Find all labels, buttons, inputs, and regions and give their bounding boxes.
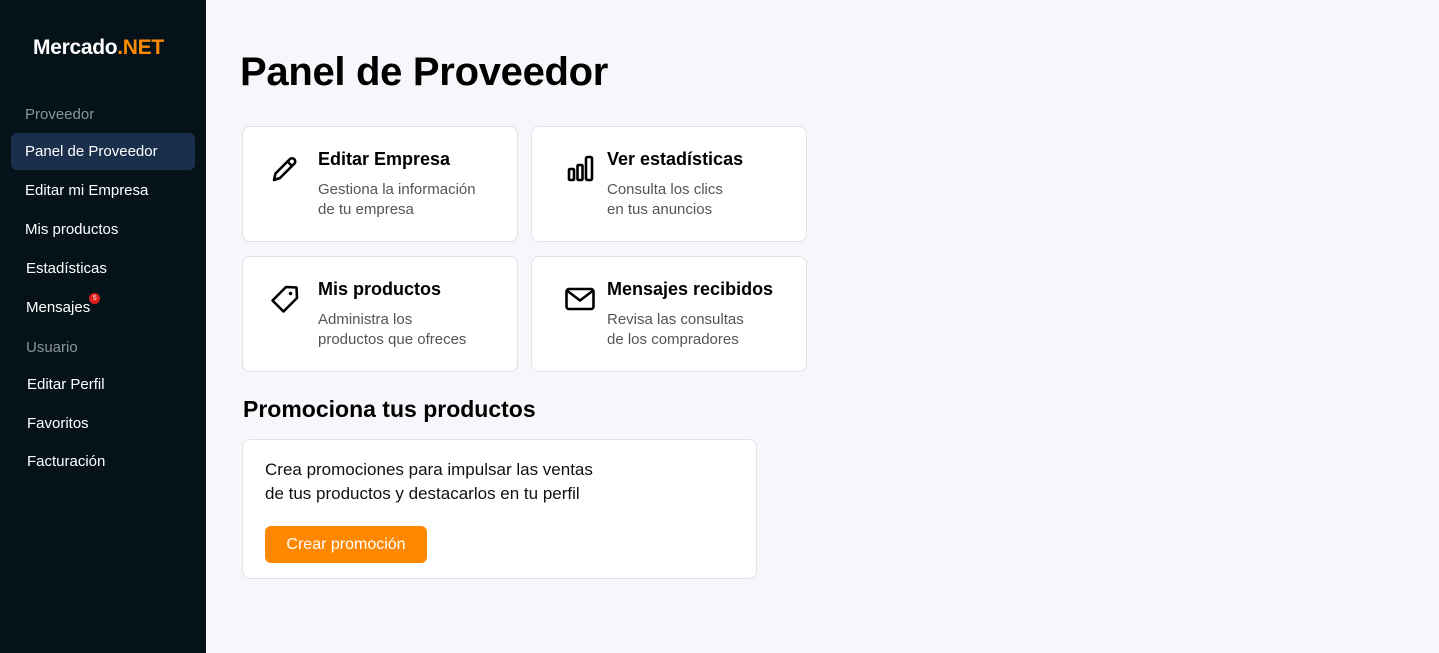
sidebar: Mercado.NET Proveedor Panel de Proveedor… <box>0 0 206 653</box>
promo-text-line: Crea promociones para impulsar las venta… <box>265 460 593 479</box>
card-description: Consulta los clics en tus anuncios <box>607 180 792 219</box>
sidebar-item-label: Editar Perfil <box>27 376 105 393</box>
sidebar-item-label: Mensajes <box>26 299 91 316</box>
card-title: Mis productos <box>318 279 442 299</box>
sidebar-item-mis-productos[interactable]: Mis productos <box>11 211 195 248</box>
sidebar-item-label: Estadísticas <box>26 260 107 277</box>
sidebar-item-facturacion[interactable]: Facturación <box>13 443 197 480</box>
sidebar-item-panel-proveedor[interactable]: Panel de Proveedor <box>11 133 195 170</box>
card-editar-empresa[interactable]: Editar Empresa Gestiona la información d… <box>242 126 518 242</box>
card-desc-line: productos que ofreces <box>318 330 467 348</box>
card-title: Ver estadísticas <box>607 149 744 169</box>
sidebar-section-user: Usuario <box>26 339 78 356</box>
card-description: Revisa las consultas de los compradores <box>607 310 792 349</box>
create-promotion-button[interactable]: Crear promoción <box>265 526 427 563</box>
promo-text: Crea promociones para impulsar las venta… <box>265 458 625 506</box>
card-desc-line: Revisa las consultas <box>607 311 744 328</box>
card-desc-line: Gestiona la información <box>318 181 476 198</box>
page-title: Panel de Proveedor <box>240 50 609 94</box>
sidebar-item-label: Favoritos <box>27 415 89 432</box>
logo[interactable]: Mercado.NET <box>33 36 164 60</box>
card-title: Editar Empresa <box>318 149 451 169</box>
logo-main: Mercado <box>33 36 118 59</box>
card-desc-line: Consulta los clics <box>607 181 723 198</box>
card-desc-line: en tus anuncios <box>607 200 713 218</box>
sidebar-item-favoritos[interactable]: Favoritos <box>13 405 197 442</box>
card-title: Mensajes recibidos <box>607 279 774 299</box>
messages-badge: 5 <box>89 293 101 304</box>
bar-chart-icon <box>566 153 598 185</box>
card-desc-line: de los compradores <box>607 330 739 348</box>
sidebar-item-mensajes[interactable]: Mensajes5 <box>12 289 196 326</box>
sidebar-item-label: Editar mi Empresa <box>25 182 149 199</box>
card-desc-line: Administra los <box>318 311 413 328</box>
card-ver-estadisticas[interactable]: Ver estadísticas Consulta los clics en t… <box>531 126 807 242</box>
tag-icon <box>269 283 301 315</box>
card-desc-line: de tu empresa <box>318 200 414 218</box>
mail-icon <box>564 283 596 315</box>
card-description: Gestiona la información de tu empresa <box>318 180 503 219</box>
sidebar-item-label: Mis productos <box>25 221 119 238</box>
pencil-icon <box>269 153 301 185</box>
sidebar-item-label: Panel de Proveedor <box>25 143 158 160</box>
sidebar-item-editar-empresa[interactable]: Editar mi Empresa <box>11 172 195 209</box>
card-mis-productos[interactable]: Mis productos Administra los productos q… <box>242 256 518 372</box>
logo-accent: .NET <box>117 36 164 59</box>
card-mensajes-recibidos[interactable]: Mensajes recibidos Revisa las consultas … <box>531 256 807 372</box>
sidebar-section-provider: Proveedor <box>25 106 95 123</box>
sidebar-item-label: Facturación <box>27 453 106 470</box>
promo-heading: Promociona tus productos <box>243 396 536 422</box>
promo-text-line: de tus productos y destacarlos en tu per… <box>265 484 580 503</box>
sidebar-item-estadisticas[interactable]: Estadísticas <box>12 250 196 287</box>
promo-card: Crea promociones para impulsar las venta… <box>242 439 757 579</box>
card-description: Administra los productos que ofreces <box>318 310 503 349</box>
sidebar-item-editar-perfil[interactable]: Editar Perfil <box>13 366 197 403</box>
